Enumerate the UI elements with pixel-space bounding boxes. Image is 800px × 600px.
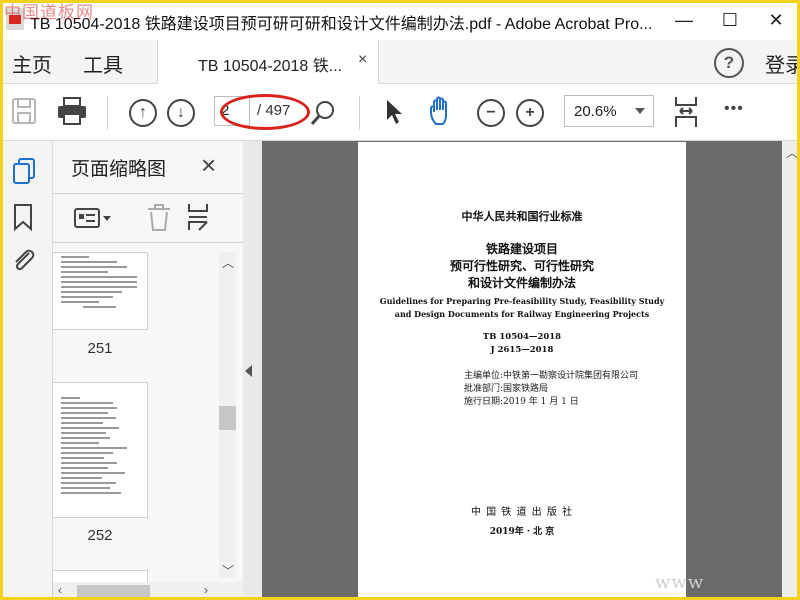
tab-home[interactable]: 主页 — [12, 49, 52, 78]
tab-document[interactable]: TB 10504-2018 铁... × — [157, 40, 379, 84]
document-tab-close-button[interactable]: × — [358, 51, 367, 69]
next-page-icon[interactable]: ↓ — [167, 99, 195, 127]
collapse-panel-icon[interactable] — [245, 365, 252, 377]
site-watermark: 中国道板网 — [4, 3, 94, 23]
page-thumbnail[interactable] — [52, 252, 148, 330]
fit-page-icon[interactable] — [672, 95, 700, 129]
approving-department: 批准部门:国家铁路局 — [464, 384, 549, 394]
scroll-down-icon[interactable]: ﹀ — [222, 562, 234, 579]
document-title-line-1: 铁路建设项目 — [485, 242, 558, 256]
scroll-up-icon[interactable]: ︿ — [786, 144, 798, 161]
tab-bar: 主页 工具 — [0, 40, 800, 84]
publication-date: 2019年 · 北 京 — [489, 527, 555, 537]
english-title-line-2: and Design Documents for Railway Enginee… — [394, 309, 650, 319]
window-title: TB 10504-2018 铁路建设项目预可研可研和设计文件编制办法.pdf -… — [30, 16, 653, 33]
standard-code: TB 10504—2018 — [482, 332, 562, 342]
attachment-icon[interactable] — [9, 245, 37, 275]
annotation-highlight-ellipse — [220, 94, 310, 130]
effective-date: 施行日期:2019 年 1 月 1 日 — [464, 397, 579, 407]
minimize-button[interactable]: — — [661, 0, 707, 40]
document-vertical-scrollbar[interactable] — [782, 141, 800, 600]
chevron-down-icon — [635, 108, 645, 114]
thumbnail-page-number: 251 — [87, 340, 113, 357]
delete-page-icon[interactable] — [146, 204, 172, 232]
document-title-line-3: 和设计文件编制办法 — [467, 276, 576, 290]
chief-editor-unit: 主编单位:中铁第一勘察设计院集团有限公司 — [464, 371, 639, 381]
record-code: J 2615—2018 — [490, 345, 554, 355]
tab-tools[interactable]: 工具 — [83, 49, 123, 78]
scroll-right-icon[interactable]: › — [204, 583, 208, 597]
more-options-icon[interactable]: ••• — [724, 100, 744, 118]
thumbnail-options-icon[interactable] — [73, 206, 113, 230]
bookmark-icon[interactable] — [12, 202, 34, 232]
rotate-pages-icon[interactable] — [185, 202, 213, 232]
maximize-button[interactable]: ☐ — [707, 0, 753, 40]
thumbnail-horizontal-thumb[interactable] — [77, 585, 150, 597]
document-tab-label: TB 10504-2018 铁... — [198, 58, 343, 75]
page-thumbnails-icon[interactable] — [10, 156, 38, 186]
close-panel-button[interactable]: × — [201, 150, 216, 181]
standard-category: 中华人民共和国行业标准 — [461, 210, 583, 223]
thumbnail-page-number: 252 — [87, 527, 113, 544]
pdf-page[interactable]: 中华人民共和国行业标准 铁路建设项目 预可行性研究、可行性研究 和设计文件编制办… — [358, 142, 686, 600]
publisher: 中 国 铁 道 出 版 社 — [470, 507, 574, 518]
document-title-line-2: 预可行性研究、可行性研究 — [449, 259, 594, 273]
close-window-button[interactable]: ✕ — [753, 0, 799, 40]
login-button[interactable]: 登录 — [765, 49, 800, 78]
zoom-out-icon[interactable]: − — [477, 99, 505, 127]
toolbar-separator — [359, 96, 360, 130]
english-title-line-1: Guidelines for Preparing Pre-feasibility… — [379, 296, 665, 306]
zoom-level-value: 20.6% — [574, 103, 617, 120]
title-bar: TB 10504-2018 铁路建设项目预可研可研和设计文件编制办法.pdf -… — [0, 0, 800, 40]
print-icon[interactable] — [56, 96, 88, 126]
save-icon[interactable] — [10, 96, 38, 126]
select-arrow-icon[interactable] — [384, 98, 404, 126]
scroll-left-icon[interactable]: ‹ — [58, 583, 62, 597]
zoom-search-icon[interactable] — [309, 99, 337, 127]
help-button[interactable]: ? — [714, 48, 744, 78]
toolbar-separator — [107, 96, 108, 130]
site-watermark-footer: www — [655, 572, 705, 593]
hand-tool-icon[interactable] — [428, 96, 458, 128]
zoom-in-icon[interactable]: + — [516, 99, 544, 127]
page-thumbnail[interactable] — [52, 382, 148, 518]
scroll-up-icon[interactable]: ︿ — [222, 254, 234, 271]
panel-title: 页面缩略图 — [71, 159, 167, 180]
zoom-level-select[interactable]: 20.6% — [564, 95, 654, 127]
panel-toolbar — [53, 193, 243, 243]
previous-page-icon[interactable]: ↑ — [129, 99, 157, 127]
thumbnail-scroll-thumb[interactable] — [219, 406, 236, 430]
